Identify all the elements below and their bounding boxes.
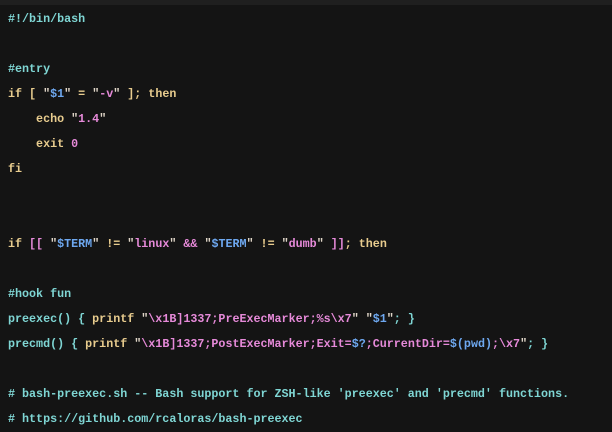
code-line[interactable]: if [ "$1" = "-v" ]; then: [8, 82, 612, 107]
code-line[interactable]: [8, 257, 612, 282]
code-token: if: [8, 237, 30, 251]
code-token: ": [365, 312, 373, 326]
code-line[interactable]: echo "1.4": [8, 107, 612, 132]
code-line[interactable]: [8, 32, 612, 57]
code-token: ": [281, 237, 289, 251]
code-token: linux: [134, 237, 170, 251]
code-token: #!/bin/bash: [8, 12, 86, 26]
code-token: printf: [92, 312, 142, 326]
code-line[interactable]: # bash-preexec.sh -- Bash support for ZS…: [8, 382, 612, 407]
code-token: printf: [85, 337, 135, 351]
code-token: \x1B]1337;PostExecMarker;Exit=: [141, 337, 352, 351]
code-token: ; }: [527, 337, 549, 351]
code-line[interactable]: fi: [8, 157, 612, 182]
code-token: fi: [8, 162, 23, 176]
code-token: ": [386, 312, 394, 326]
code-line[interactable]: [8, 357, 612, 382]
code-token: \x1B]1337;PreExecMarker;%s\x7: [148, 312, 352, 326]
code-line[interactable]: #entry: [8, 57, 612, 82]
code-line[interactable]: preexec() { printf "\x1B]1337;PreExecMar…: [8, 307, 612, 332]
code-token: ]]: [330, 237, 345, 251]
code-line[interactable]: [8, 207, 612, 232]
code-line[interactable]: #hook fun: [8, 282, 612, 307]
code-token: ; }: [393, 312, 415, 326]
code-token: !=: [99, 237, 128, 251]
code-token: =: [71, 87, 93, 101]
code-token: ;CurrentDir=: [365, 337, 450, 351]
code-line[interactable]: [8, 182, 612, 207]
code-token: $1: [372, 312, 387, 326]
code-token: #entry: [8, 62, 51, 76]
code-token: ": [351, 312, 359, 326]
code-token: 1.4: [78, 112, 100, 126]
code-token: $1: [50, 87, 65, 101]
code-token: ": [316, 237, 324, 251]
code-token: # https://github.com/rcaloras/bash-preex…: [8, 412, 303, 426]
code-token: ]; then: [120, 87, 177, 101]
code-token: 0: [71, 137, 79, 151]
code-token: ": [246, 237, 254, 251]
code-token: $TERM: [57, 237, 93, 251]
code-token: -v: [99, 87, 114, 101]
code-line[interactable]: precmd() { printf "\x1B]1337;PostExecMar…: [8, 332, 612, 357]
code-token: preexec() {: [8, 312, 93, 326]
code-token: !=: [253, 237, 282, 251]
editor-top-bar: [0, 0, 612, 5]
code-token: echo: [8, 112, 72, 126]
code-token: [[: [29, 237, 44, 251]
code-line[interactable]: if [[ "$TERM" != "linux" && "$TERM" != "…: [8, 232, 612, 257]
code-token: ; then: [344, 237, 387, 251]
code-token: precmd() {: [8, 337, 86, 351]
code-token: exit: [8, 137, 72, 151]
code-token: ": [99, 112, 107, 126]
code-line[interactable]: # https://github.com/rcaloras/bash-preex…: [8, 407, 612, 432]
code-token: $TERM: [211, 237, 247, 251]
code-token: ;\x7: [492, 337, 521, 351]
code-token: if [: [8, 87, 44, 101]
code-token: # bash-preexec.sh -- Bash support for ZS…: [8, 387, 570, 401]
code-line[interactable]: exit 0: [8, 132, 612, 157]
code-token: #hook fun: [8, 287, 72, 301]
code-token: $?: [351, 337, 366, 351]
code-line[interactable]: #!/bin/bash: [8, 7, 612, 32]
code-editor[interactable]: #!/bin/bash #entry if [ "$1" = "-v" ]; th…: [8, 7, 612, 432]
code-token: dumb: [288, 237, 317, 251]
code-token: &&: [183, 237, 198, 251]
code-token: $(pwd): [449, 337, 492, 351]
